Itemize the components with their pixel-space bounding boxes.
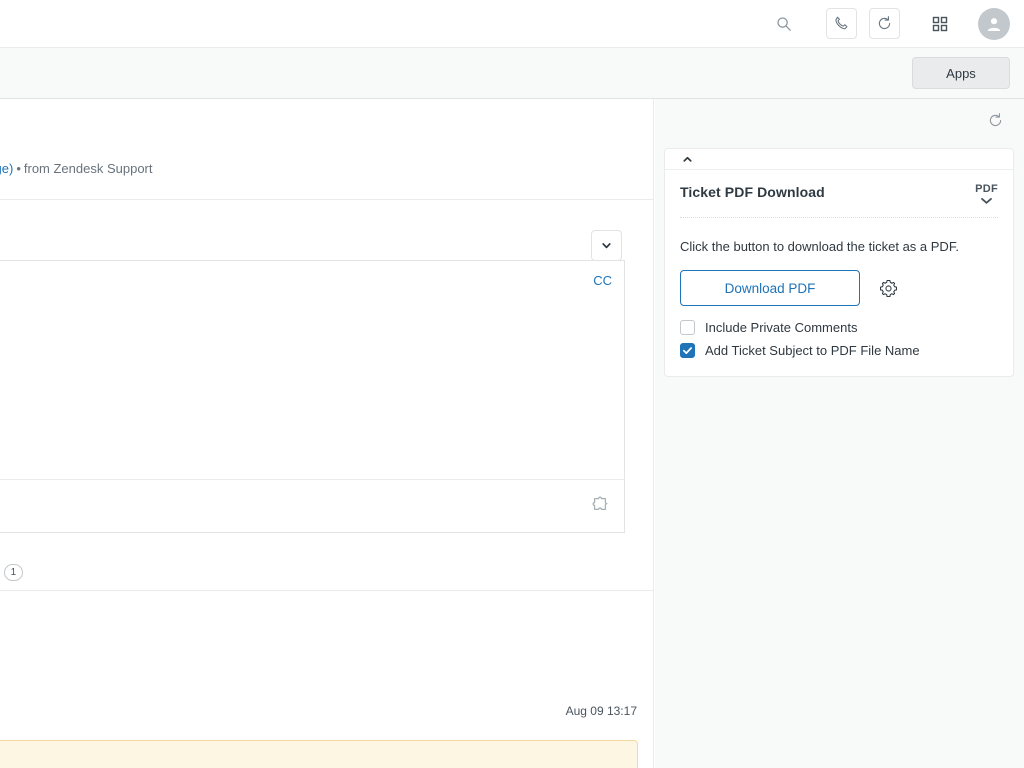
reload-button[interactable] — [869, 8, 900, 39]
ticket-header: (change)•from Zendesk Support — [0, 99, 653, 200]
requester-change-link[interactable]: (change) — [0, 161, 13, 176]
chevron-down-icon — [980, 196, 993, 205]
apps-grid-icon — [932, 16, 948, 32]
download-pdf-button[interactable]: Download PDF — [680, 270, 860, 306]
comment-editor-textarea[interactable] — [0, 299, 625, 479]
refresh-icon — [876, 15, 893, 32]
requester-meta: (change)•from Zendesk Support — [0, 161, 153, 176]
comment-editor-toolbar: CC — [0, 260, 625, 299]
phone-icon — [833, 15, 850, 32]
add-subject-to-filename-row[interactable]: Add Ticket Subject to PDF File Name — [680, 343, 998, 358]
gear-icon — [879, 279, 898, 298]
check-icon — [682, 345, 693, 356]
chevron-down-icon — [601, 240, 612, 251]
sidebar-toolbar — [655, 99, 1024, 141]
top-header — [0, 0, 1024, 48]
highlighted-event-box[interactable] — [0, 740, 638, 768]
apps-grid-button[interactable] — [924, 8, 956, 40]
search-icon — [776, 16, 792, 32]
app-settings-button[interactable] — [876, 276, 900, 300]
chevron-up-icon — [682, 156, 693, 163]
add-subject-to-filename-checkbox[interactable] — [680, 343, 695, 358]
refresh-icon — [987, 112, 1004, 129]
ticket-content-pane: (change)•from Zendesk Support CC l 1 Aug… — [0, 99, 654, 768]
ticket-collapse-button[interactable] — [591, 230, 622, 261]
ticket-tab-row: l 1 — [0, 554, 654, 591]
meta-separator: • — [13, 161, 24, 176]
app-collapse-bar[interactable] — [665, 149, 1013, 170]
comment-editor-footer — [0, 479, 625, 533]
app-card-body: Ticket PDF Download PDF Click the button… — [665, 170, 1013, 376]
add-subject-to-filename-label: Add Ticket Subject to PDF File Name — [705, 343, 920, 358]
apps-sidebar: Ticket PDF Download PDF Click the button… — [655, 99, 1024, 768]
sidebar-refresh-button[interactable] — [982, 107, 1008, 133]
cc-button[interactable]: CC — [593, 273, 612, 288]
include-private-comments-label: Include Private Comments — [705, 320, 857, 335]
event-timestamp-1: Aug 09 13:17 — [566, 704, 637, 718]
app-title: Ticket PDF Download — [680, 184, 825, 200]
pdf-badge[interactable]: PDF — [975, 184, 998, 205]
user-avatar-icon — [984, 14, 1004, 34]
pdf-badge-label: PDF — [975, 184, 998, 195]
ticket-pdf-download-app-card: Ticket PDF Download PDF Click the button… — [664, 148, 1014, 377]
requester-channel: from Zendesk Support — [24, 161, 153, 176]
secondary-toolbar: Apps — [0, 48, 1024, 99]
include-private-comments-checkbox[interactable] — [680, 320, 695, 335]
app-description: Click the button to download the ticket … — [680, 239, 998, 254]
include-private-comments-row[interactable]: Include Private Comments — [680, 320, 998, 335]
editor-apps-button[interactable] — [591, 495, 609, 518]
apps-button[interactable]: Apps — [912, 57, 1010, 89]
search-button[interactable] — [768, 8, 800, 40]
app-title-row: Ticket PDF Download PDF — [680, 184, 998, 218]
app-action-row: Download PDF — [680, 270, 998, 306]
call-button[interactable] — [826, 8, 857, 39]
tab-count-badge: 1 — [4, 564, 23, 581]
puzzle-piece-icon — [591, 495, 609, 513]
avatar[interactable] — [978, 8, 1010, 40]
comment-editor: CC — [0, 260, 625, 533]
